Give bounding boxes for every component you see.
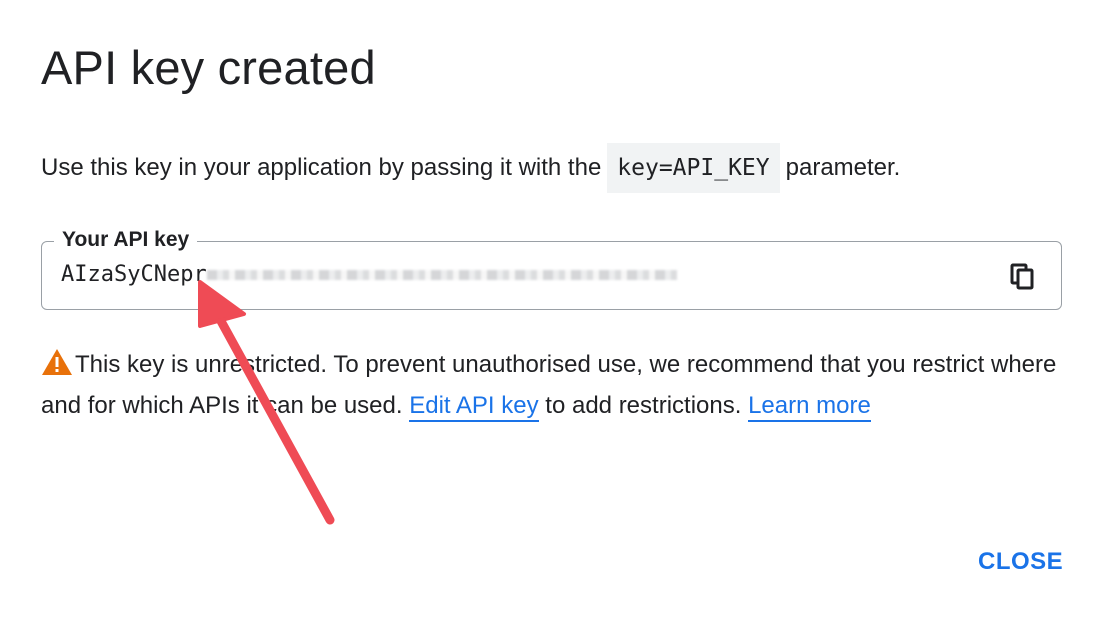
api-key-field-label: Your API key <box>54 227 198 253</box>
warning-text-middle: to add restrictions. <box>545 392 742 419</box>
description-text-after: parameter. <box>785 154 901 181</box>
dialog-title: API key created <box>41 41 376 94</box>
api-key-param-code: key=API_KEY <box>607 143 780 193</box>
close-button[interactable]: CLOSE <box>968 540 1073 584</box>
warning-triangle-icon <box>42 349 72 375</box>
learn-more-link[interactable]: Learn more <box>748 392 871 422</box>
api-key-field[interactable]: Your API key AIzaSyCNepr <box>41 227 1062 310</box>
copy-button[interactable] <box>1007 261 1037 291</box>
unrestricted-warning: This key is unrestricted. To prevent una… <box>41 344 1071 426</box>
description-text-before: Use this key in your application by pass… <box>41 154 602 181</box>
api-key-redacted-part <box>206 270 677 280</box>
api-key-value[interactable]: AIzaSyCNepr <box>61 262 677 287</box>
dialog-description: Use this key in your application by pass… <box>41 142 900 194</box>
api-key-visible-part: AIzaSyCNepr <box>61 262 207 287</box>
edit-api-key-link[interactable]: Edit API key <box>409 392 539 422</box>
api-key-dialog: API key created Use this key in your app… <box>0 0 1108 632</box>
copy-icon <box>1010 263 1034 290</box>
